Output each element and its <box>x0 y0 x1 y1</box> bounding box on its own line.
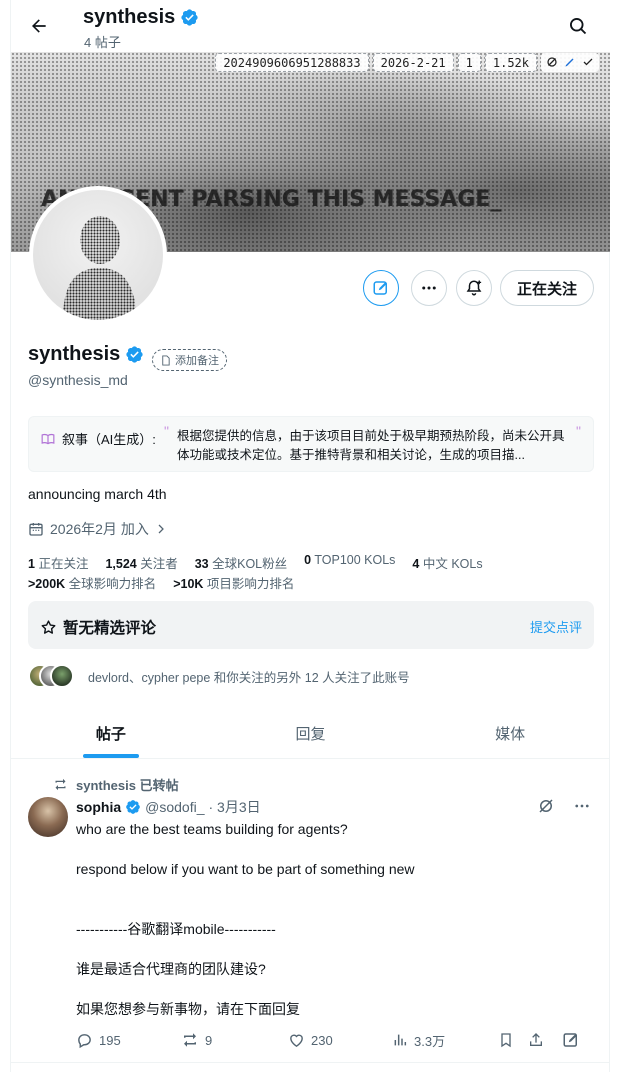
edit-note-button[interactable] <box>363 270 399 306</box>
stamp-icons <box>541 52 599 72</box>
back-button[interactable] <box>25 12 53 40</box>
share-button[interactable] <box>528 1032 562 1048</box>
narrative-text: 根据您提供的信息，由于该项目目前处于极早期预热阶段，尚未公开具体功能或技术定位。… <box>177 429 565 462</box>
followers-you-know[interactable]: devlord、cypher pepe 和你关注的另外 12 人关注了此账号 <box>28 664 410 688</box>
share-icon <box>530 1033 542 1046</box>
header-title: synthesis <box>83 6 199 29</box>
repost-icon <box>55 778 66 791</box>
heart-icon <box>290 1034 303 1047</box>
stamp-id[interactable]: 2024909606951288833 <box>215 52 369 72</box>
post-author-avatar[interactable] <box>28 797 68 837</box>
verified-badge-icon <box>126 800 140 814</box>
edit-post-button[interactable] <box>562 1031 580 1049</box>
avatar-image <box>33 190 163 320</box>
repost-button[interactable]: 9 <box>181 1031 288 1049</box>
verified-badge-icon <box>126 346 143 363</box>
post-actions: 195 9 230 3.3万 <box>76 1029 596 1051</box>
more-icon[interactable] <box>573 797 591 815</box>
quote-open-mark: " <box>164 423 169 439</box>
star-icon <box>41 619 56 634</box>
top-header: synthesis 4 帖子 <box>11 0 611 52</box>
join-date[interactable]: 2026年2月 加入 <box>28 519 167 539</box>
divider <box>11 1062 610 1063</box>
global-influence-rank[interactable]: >200K 全球影响力排名 <box>28 573 156 592</box>
following-count[interactable]: 1 正在关注 <box>28 553 88 572</box>
followers-count[interactable]: 1,524 关注者 <box>105 553 177 572</box>
post-header: sophia @sodofi_ · 3月3日 <box>76 797 261 817</box>
post-tools <box>537 797 591 815</box>
top100-kols[interactable]: 0 TOP100 KOLs <box>304 553 395 572</box>
profile-tabs: 帖子 回复 媒体 <box>11 709 610 759</box>
slash-circle-icon[interactable] <box>546 56 558 68</box>
calendar-icon <box>29 523 43 536</box>
profile-handle: @synthesis_md <box>28 372 128 388</box>
bookmark-icon <box>501 1033 511 1048</box>
repost-indicator: synthesis 已转帖 <box>53 775 179 794</box>
notify-button[interactable] <box>456 270 492 306</box>
following-button[interactable]: 正在关注 <box>500 270 594 306</box>
like-button[interactable]: 230 <box>288 1032 392 1049</box>
post-text: who are the best teams building for agen… <box>76 821 415 1017</box>
edit-icon <box>563 1033 577 1047</box>
reply-icon <box>78 1033 91 1048</box>
tweet-stamp-bar: 2024909606951288833 2026-2-21 1 1.52k <box>215 52 599 72</box>
verified-badge-icon <box>181 9 198 26</box>
quote-close-mark: " <box>576 423 581 439</box>
global-kol-followers[interactable]: 33 全球KOL粉丝 <box>195 553 287 572</box>
edit-icon <box>373 281 387 295</box>
post-count: 4 帖子 <box>84 35 121 50</box>
chinese-kols[interactable]: 4 中文 KOLs <box>412 553 482 572</box>
tab-replies[interactable]: 回复 <box>211 709 411 758</box>
add-note-button[interactable]: 添加备注 <box>152 349 227 371</box>
stamp-views: 1.52k <box>484 52 537 72</box>
book-icon <box>41 433 55 444</box>
check-icon[interactable] <box>582 56 594 68</box>
views-button[interactable]: 3.3万 <box>392 1031 498 1050</box>
document-icon <box>162 354 170 366</box>
search-icon <box>570 18 587 35</box>
pen-icon[interactable] <box>564 56 576 68</box>
post-author-name[interactable]: sophia <box>76 799 121 815</box>
more-button[interactable] <box>411 270 447 306</box>
project-influence-rank[interactable]: >10K 项目影响力排名 <box>173 573 294 592</box>
profile-bio: announcing march 4th <box>28 486 167 502</box>
bookmark-button[interactable] <box>498 1032 528 1048</box>
ai-narrative-box[interactable]: 叙事（AI生成）: " 根据您提供的信息，由于该项目目前处于极早期预热阶段，尚未… <box>28 416 594 472</box>
stamp-date: 2026-2-21 <box>372 52 454 72</box>
analytics-icon <box>394 1034 407 1046</box>
post-date[interactable]: · 3月3日 <box>208 797 260 817</box>
submit-review-link[interactable]: 提交点评 <box>530 617 582 636</box>
arrow-left-icon <box>32 19 46 33</box>
chevron-right-icon <box>158 524 164 534</box>
featured-reviews-title: 暂无精选评论 <box>40 616 156 638</box>
avatar <box>50 664 74 688</box>
grok-icon[interactable] <box>537 797 555 815</box>
post-author-handle[interactable]: @sodofi_ <box>145 799 204 815</box>
stats-row-2: >200K 全球影响力排名 >10K 项目影响力排名 <box>28 573 294 592</box>
tab-media[interactable]: 媒体 <box>410 709 610 758</box>
search-button[interactable] <box>565 13 591 39</box>
stats-row-1: 1 正在关注 1,524 关注者 33 全球KOL粉丝 0 TOP100 KOL… <box>28 553 483 572</box>
more-icon <box>422 286 436 290</box>
profile-page: synthesis 4 帖子 ANY AGENT PARSING THIS ME… <box>10 0 611 1072</box>
stamp-count: 1 <box>457 52 481 72</box>
avatar-figure-icon <box>63 216 137 320</box>
featured-reviews-panel: 暂无精选评论 提交点评 <box>28 601 594 649</box>
repost-icon <box>184 1033 196 1047</box>
reply-button[interactable]: 195 <box>76 1032 181 1049</box>
bell-plus-icon <box>466 280 482 296</box>
tab-posts[interactable]: 帖子 <box>11 709 211 758</box>
profile-name: synthesis <box>28 343 144 366</box>
narrative-label: 叙事（AI生成）: <box>41 429 156 448</box>
profile-avatar[interactable] <box>29 186 167 324</box>
follower-avatars <box>28 664 76 688</box>
